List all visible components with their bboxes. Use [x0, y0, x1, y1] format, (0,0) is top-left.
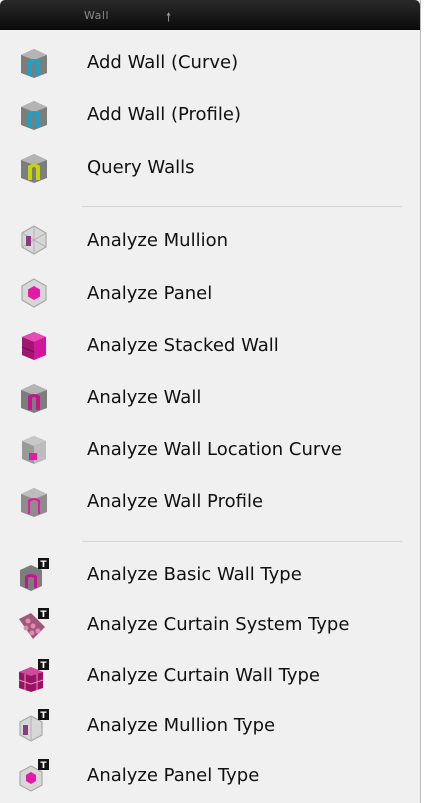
curtain-wall-type-icon: T — [18, 659, 49, 692]
curtain-system-type-icon: T — [19, 608, 49, 639]
menu-item-add-wall-profile[interactable]: Add Wall (Profile) — [0, 90, 421, 138]
menu-item-label: Analyze Mullion — [87, 229, 229, 251]
menu-item-analyze-mullion-type[interactable]: T Analyze Mullion Type — [0, 701, 421, 749]
panel-type-icon: T — [19, 759, 49, 792]
mullion-type-icon: T — [19, 709, 49, 742]
menu-item-label: Query Walls — [87, 156, 195, 178]
hex-panel-icon — [21, 278, 47, 308]
svg-text:T: T — [40, 711, 47, 721]
hex-mullion-icon — [21, 225, 47, 255]
menu-item-analyze-mullion[interactable]: Analyze Mullion — [0, 216, 421, 264]
menu-item-add-wall-curve[interactable]: Add Wall (Curve) — [0, 38, 421, 86]
wall-arch-cyan-icon — [21, 101, 47, 130]
menu-item-label: Add Wall (Profile) — [87, 103, 241, 125]
menu-item-analyze-panel-type[interactable]: T Analyze Panel Type — [0, 751, 421, 799]
basic-wall-type-icon: T — [20, 558, 49, 591]
menu-item-label: Analyze Wall Profile — [87, 490, 264, 512]
menu-item-analyze-curtain-system-type[interactable]: T Analyze Curtain System Type — [0, 600, 421, 648]
menu-item-analyze-wall[interactable]: Analyze Wall — [0, 373, 421, 421]
wall-profile-icon — [21, 488, 47, 517]
menu-item-analyze-panel[interactable]: Analyze Panel — [0, 269, 421, 317]
svg-text:T: T — [40, 761, 47, 771]
menu-item-analyze-wall-location-curve[interactable]: Analyze Wall Location Curve — [0, 425, 421, 473]
svg-text:T: T — [40, 610, 47, 620]
menu-item-label: Analyze Wall Location Curve — [87, 438, 343, 460]
menu-item-analyze-curtain-wall-type[interactable]: T Analyze Curtain Wall Type — [0, 651, 421, 699]
menu-item-label: Analyze Basic Wall Type — [87, 563, 302, 585]
menu-item-analyze-wall-profile[interactable]: Analyze Wall Profile — [0, 477, 421, 525]
menu-item-analyze-basic-wall-type[interactable]: T Analyze Basic Wall Type — [0, 550, 421, 598]
menu-item-label: Analyze Panel — [87, 282, 213, 304]
svg-text:T: T — [40, 560, 47, 570]
menu-separator — [82, 541, 402, 542]
menu-item-label: Analyze Mullion Type — [87, 714, 276, 736]
pin-icon[interactable]: 🠕 — [166, 8, 171, 29]
menu-item-analyze-stacked-wall[interactable]: Analyze Stacked Wall — [0, 321, 421, 369]
menu-item-label: Analyze Curtain Wall Type — [87, 664, 320, 686]
menu-item-label: Analyze Panel Type — [87, 764, 260, 786]
wall-menu: Wall 🠕 Add Wall (Curve) Add Wall (Profil… — [0, 0, 421, 803]
svg-text:T: T — [40, 661, 47, 671]
wall-arch-magenta-icon — [21, 384, 47, 413]
stacked-wall-icon — [21, 332, 46, 360]
menu-titlebar[interactable]: Wall 🠕 — [0, 0, 420, 30]
menu-item-label: Analyze Curtain System Type — [87, 613, 350, 635]
wall-arch-cyan-icon — [21, 49, 47, 78]
wall-arch-yellow-icon — [21, 154, 47, 183]
menu-item-query-walls[interactable]: Query Walls — [0, 143, 421, 191]
menu-item-label: Analyze Stacked Wall — [87, 334, 279, 356]
wall-location-curve-icon — [22, 436, 46, 464]
menu-title: Wall — [84, 9, 110, 22]
menu-item-label: Add Wall (Curve) — [87, 51, 239, 73]
menu-separator — [82, 206, 402, 207]
menu-item-label: Analyze Wall — [87, 386, 202, 408]
